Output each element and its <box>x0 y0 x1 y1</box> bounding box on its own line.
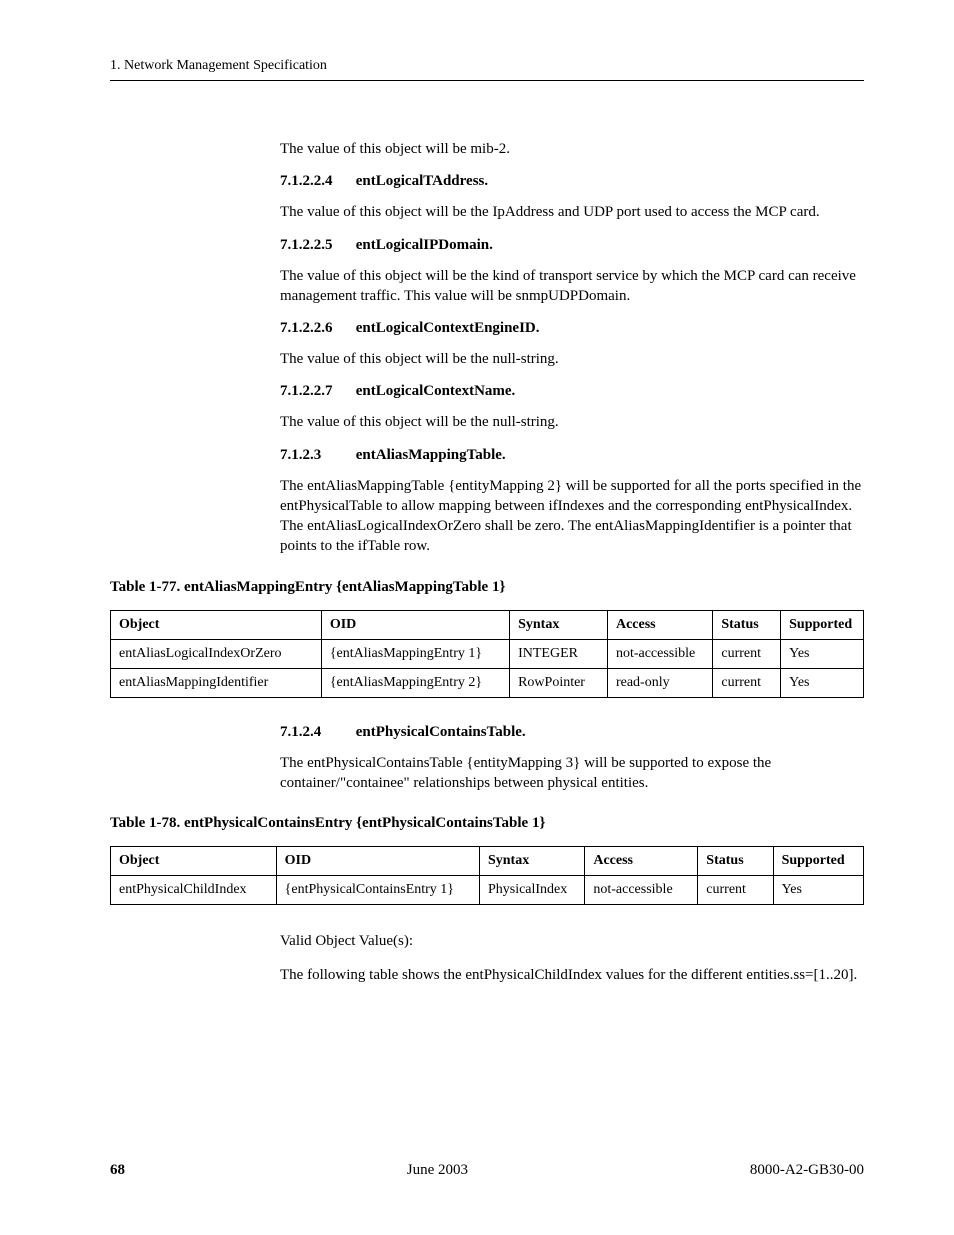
heading-num: 7.1.2.2.6 <box>280 320 352 337</box>
cell: {entAliasMappingEntry 2} <box>321 668 509 697</box>
para-71224: The value of this object will be the IpA… <box>280 202 864 222</box>
cell: read-only <box>607 668 712 697</box>
th-oid: OID <box>321 610 509 639</box>
para-71225: The value of this object will be the kin… <box>280 266 864 307</box>
table-78-caption: Table 1-78. entPhysicalContainsEntry {en… <box>110 815 864 832</box>
th-access: Access <box>585 847 698 876</box>
heading-7123: 7.1.2.3 entAliasMappingTable. <box>280 447 864 464</box>
para-7123: The entAliasMappingTable {entityMapping … <box>280 476 864 557</box>
cell: {entPhysicalContainsEntry 1} <box>276 876 479 905</box>
heading-num: 7.1.2.4 <box>280 724 352 741</box>
heading-71227: 7.1.2.2.7 entLogicalContextName. <box>280 383 864 400</box>
cell: not-accessible <box>585 876 698 905</box>
th-supported: Supported <box>781 610 864 639</box>
table-78: Object OID Syntax Access Status Supporte… <box>110 846 864 905</box>
heading-71226: 7.1.2.2.6 entLogicalContextEngineID. <box>280 320 864 337</box>
footer-docid: 8000-A2-GB30-00 <box>750 1162 864 1179</box>
cell: {entAliasMappingEntry 1} <box>321 639 509 668</box>
cell: entAliasLogicalIndexOrZero <box>111 639 322 668</box>
th-status: Status <box>698 847 773 876</box>
cell: PhysicalIndex <box>479 876 584 905</box>
table-row: entAliasLogicalIndexOrZero {entAliasMapp… <box>111 639 864 668</box>
cell: RowPointer <box>510 668 608 697</box>
table-header-row: Object OID Syntax Access Status Supporte… <box>111 610 864 639</box>
closing-para-2: The following table shows the entPhysica… <box>280 965 864 985</box>
cell: entPhysicalChildIndex <box>111 876 277 905</box>
cell: current <box>713 668 781 697</box>
heading-71225: 7.1.2.2.5 entLogicalIPDomain. <box>280 237 864 254</box>
heading-7124: 7.1.2.4 entPhysicalContainsTable. <box>280 724 864 741</box>
heading-num: 7.1.2.2.7 <box>280 383 352 400</box>
heading-num: 7.1.2.2.4 <box>280 173 352 190</box>
th-access: Access <box>607 610 712 639</box>
heading-title: entLogicalContextName. <box>356 383 516 399</box>
closing-para-1: Valid Object Value(s): <box>280 931 864 951</box>
heading-71224: 7.1.2.2.4 entLogicalTAddress. <box>280 173 864 190</box>
cell: current <box>713 639 781 668</box>
th-syntax: Syntax <box>510 610 608 639</box>
header-rule <box>110 80 864 81</box>
cell: entAliasMappingIdentifier <box>111 668 322 697</box>
table-row: entAliasMappingIdentifier {entAliasMappi… <box>111 668 864 697</box>
th-oid: OID <box>276 847 479 876</box>
heading-title: entPhysicalContainsTable. <box>356 724 526 740</box>
heading-num: 7.1.2.2.5 <box>280 237 352 254</box>
th-supported: Supported <box>773 847 863 876</box>
table-77-caption: Table 1-77. entAliasMappingEntry {entAli… <box>110 579 864 596</box>
cell: current <box>698 876 773 905</box>
cell: Yes <box>773 876 863 905</box>
cell: INTEGER <box>510 639 608 668</box>
cell: Yes <box>781 668 864 697</box>
heading-title: entLogicalIPDomain. <box>356 237 493 253</box>
heading-title: entLogicalContextEngineID. <box>356 320 540 336</box>
heading-num: 7.1.2.3 <box>280 447 352 464</box>
table-77: Object OID Syntax Access Status Supporte… <box>110 610 864 698</box>
para-71226: The value of this object will be the nul… <box>280 349 864 369</box>
para-7124: The entPhysicalContainsTable {entityMapp… <box>280 753 864 794</box>
th-object: Object <box>111 847 277 876</box>
para-71227: The value of this object will be the nul… <box>280 412 864 432</box>
cell: not-accessible <box>607 639 712 668</box>
page-number: 68 <box>110 1162 125 1179</box>
running-header: 1. Network Management Specification <box>110 58 864 74</box>
th-object: Object <box>111 610 322 639</box>
table-header-row: Object OID Syntax Access Status Supporte… <box>111 847 864 876</box>
table-row: entPhysicalChildIndex {entPhysicalContai… <box>111 876 864 905</box>
cell: Yes <box>781 639 864 668</box>
th-syntax: Syntax <box>479 847 584 876</box>
th-status: Status <box>713 610 781 639</box>
intro-para: The value of this object will be mib-2. <box>280 139 864 159</box>
heading-title: entAliasMappingTable. <box>356 447 506 463</box>
heading-title: entLogicalTAddress. <box>356 173 488 189</box>
footer-date: June 2003 <box>407 1162 468 1179</box>
page-footer: 68 June 2003 8000-A2-GB30-00 <box>110 1162 864 1179</box>
